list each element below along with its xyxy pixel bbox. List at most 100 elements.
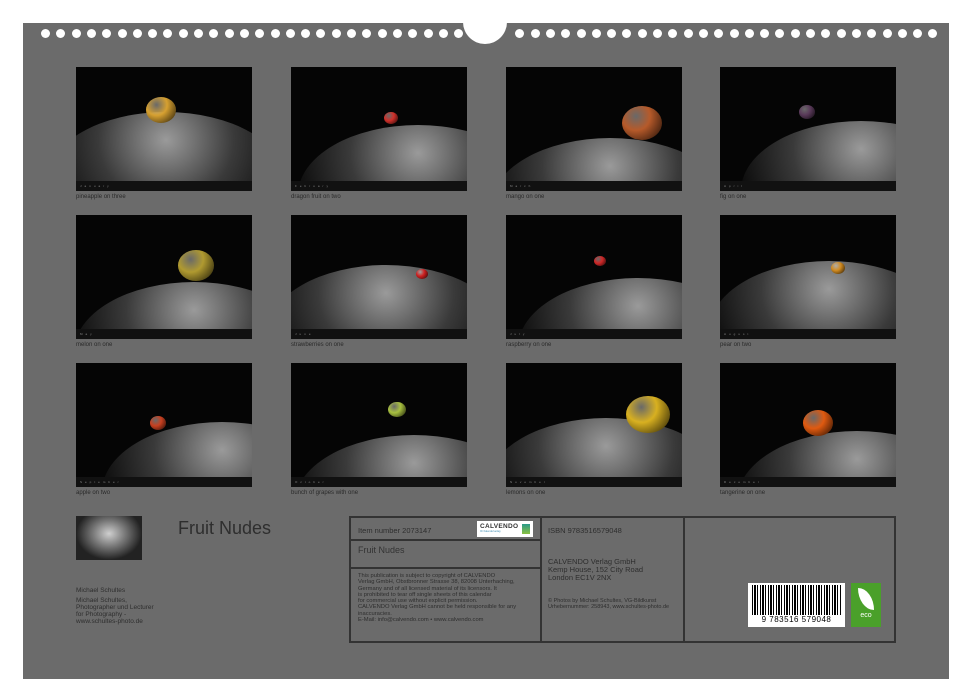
binding-hole <box>209 29 218 38</box>
month-strip: November <box>506 477 682 487</box>
bio-line: Michael Schultes, <box>76 597 154 604</box>
bio-line: for Photography - <box>76 611 154 618</box>
month-strip: October <box>291 477 467 487</box>
binding-hole <box>852 29 861 38</box>
photo-caption: strawberries on one <box>291 342 467 348</box>
binding-hole <box>240 29 249 38</box>
author-bio: Michael Schultes, Photographer und Lectu… <box>76 597 154 625</box>
barcode: 9 783516 579048 <box>748 583 845 627</box>
fruit <box>388 402 406 417</box>
photo-caption: raspberry on one <box>506 342 682 348</box>
photo-caption: tangerine on one <box>720 490 896 496</box>
month-photo: November <box>506 363 682 487</box>
binding-hole <box>316 29 325 38</box>
binding-hole <box>271 29 280 38</box>
month-strip: March <box>506 181 682 191</box>
legal-line: E-Mail: info@calvendo.com • www.calvendo… <box>358 617 516 623</box>
binding-hole <box>928 29 937 38</box>
month-photo: June <box>291 215 467 339</box>
binding-hole <box>714 29 723 38</box>
binding-hole <box>883 29 892 38</box>
binding-hole <box>622 29 631 38</box>
body-silhouette <box>720 261 896 339</box>
month-strip: August <box>720 329 896 339</box>
month-strip: September <box>76 477 252 487</box>
photo-caption: dragon fruit on two <box>291 194 467 200</box>
binding-hole <box>867 29 876 38</box>
fruit <box>594 256 606 266</box>
binding-hole <box>362 29 371 38</box>
month-strip: January <box>76 181 252 191</box>
binding-hole <box>102 29 111 38</box>
binding-hole <box>286 29 295 38</box>
binding-hole <box>225 29 234 38</box>
binding-hole <box>821 29 830 38</box>
fruit <box>146 97 176 123</box>
binding-hole <box>561 29 570 38</box>
month-strip: July <box>506 329 682 339</box>
month-photo: October <box>291 363 467 487</box>
month-photo: March <box>506 67 682 191</box>
author-name: Michael Schultes <box>76 587 125 594</box>
binding-hole <box>592 29 601 38</box>
photo-credits: © Photos by Michael Schultes, VG-Bildkun… <box>548 598 669 610</box>
photo-caption: melon on one <box>76 342 252 348</box>
fruit <box>622 106 662 140</box>
address-line: London EC1V 2NX <box>548 574 643 582</box>
calvendo-logo: CALVENDO Ihr Kalenderverlag <box>477 521 533 537</box>
month-strip: February <box>291 181 467 191</box>
calendar-title: Fruit Nudes <box>178 518 271 539</box>
legal-text: This publication is subject to copyright… <box>358 573 516 623</box>
leaf-icon <box>858 588 874 610</box>
fruit <box>831 262 845 274</box>
month-photo: May <box>76 215 252 339</box>
binding-hole <box>408 29 417 38</box>
binding-hole <box>668 29 677 38</box>
info-box: Item number 2073147 CALVENDO Ihr Kalende… <box>349 516 896 643</box>
legal-line: Germany and of all licensed material of … <box>358 586 516 592</box>
binding-hole <box>118 29 127 38</box>
eco-logo: eco <box>851 583 881 627</box>
binding-hole <box>194 29 203 38</box>
photo-caption: fig on one <box>720 194 896 200</box>
binding-hole <box>745 29 754 38</box>
binding-hole <box>515 29 524 38</box>
binding-hole <box>378 29 387 38</box>
binding-hole <box>439 29 448 38</box>
month-photo: January <box>76 67 252 191</box>
info-title: Fruit Nudes <box>358 545 405 555</box>
binding-hole <box>546 29 555 38</box>
binding-hole <box>638 29 647 38</box>
author-photo <box>76 516 142 560</box>
month-strip: December <box>720 477 896 487</box>
photo-caption: pear on two <box>720 342 896 348</box>
binding-hole <box>775 29 784 38</box>
binding-hole <box>653 29 662 38</box>
binding-hole <box>148 29 157 38</box>
fruit <box>384 112 398 124</box>
month-photo: April <box>720 67 896 191</box>
body-silhouette <box>76 112 252 191</box>
binding-hole <box>806 29 815 38</box>
month-strip: April <box>720 181 896 191</box>
fruit <box>178 250 214 281</box>
binding-hole <box>577 29 586 38</box>
binding-hole <box>898 29 907 38</box>
binding-hole <box>56 29 65 38</box>
fruit <box>799 105 815 119</box>
binding-hole <box>454 29 463 38</box>
credit-line: Urhebernummer: 258943, www.schultes-phot… <box>548 604 669 610</box>
binding-hole <box>179 29 188 38</box>
binding-hole <box>72 29 81 38</box>
item-number: Item number 2073147 <box>358 527 431 534</box>
publisher-address: CALVENDO Verlag GmbH Kemp House, 152 Cit… <box>548 558 643 582</box>
binding-hole <box>133 29 142 38</box>
month-photo: July <box>506 215 682 339</box>
binding-hole <box>393 29 402 38</box>
bio-line: www.schultes-photo.de <box>76 618 154 625</box>
binding-hole <box>699 29 708 38</box>
photo-caption: apple on two <box>76 490 252 496</box>
body-silhouette <box>291 265 467 339</box>
legal-line: CALVENDO Verlag GmbH cannot be held resp… <box>358 604 516 610</box>
month-photo: August <box>720 215 896 339</box>
